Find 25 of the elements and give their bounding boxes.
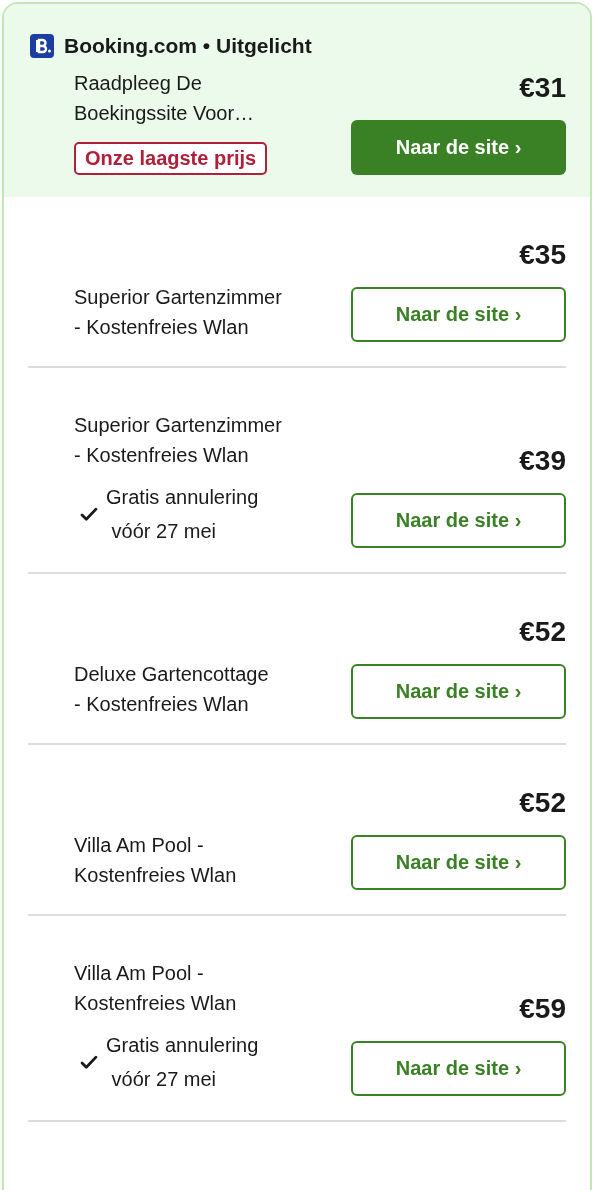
- room-name: Villa Am Pool - Kostenfreies Wlan: [74, 833, 237, 888]
- go-to-site-button[interactable]: Naar de site ›: [351, 664, 566, 719]
- free-cancellation-text: Gratis annulering vóór 27 mei: [106, 1033, 259, 1092]
- price: €31: [519, 72, 566, 104]
- provider-title: Booking.com • Uitgelicht: [64, 34, 312, 58]
- free-cancellation-text: Gratis annulering vóór 27 mei: [106, 485, 259, 544]
- go-to-site-button[interactable]: Naar de site ›: [351, 493, 566, 548]
- price: €52: [519, 787, 566, 819]
- room-name: Deluxe Gartencottage - Kostenfreies Wlan: [74, 662, 269, 717]
- price: €39: [519, 445, 566, 477]
- checkmark-icon: [80, 1054, 98, 1070]
- go-to-site-button[interactable]: Naar de site ›: [351, 287, 566, 342]
- lowest-price-badge: Onze laagste prijs: [74, 142, 268, 175]
- price: €52: [519, 616, 566, 648]
- price: €59: [519, 993, 566, 1025]
- checkmark-icon: [80, 506, 98, 522]
- go-to-site-button[interactable]: Naar de site ›: [351, 835, 566, 890]
- room-name: Superior Gartenzimmer - Kostenfreies Wlan: [74, 413, 282, 468]
- go-to-site-button[interactable]: Naar de site ›: [351, 1041, 566, 1096]
- price: €35: [519, 239, 566, 271]
- room-name: Villa Am Pool - Kostenfreies Wlan: [74, 961, 238, 1016]
- room-name: Superior Gartenzimmer - Kostenfreies Wlan: [74, 285, 282, 340]
- go-to-site-button[interactable]: Naar de site ›: [351, 120, 566, 175]
- logo-icon: [30, 34, 54, 58]
- room-name: Raadpleeg De Boekingssite Voor…: [74, 71, 256, 126]
